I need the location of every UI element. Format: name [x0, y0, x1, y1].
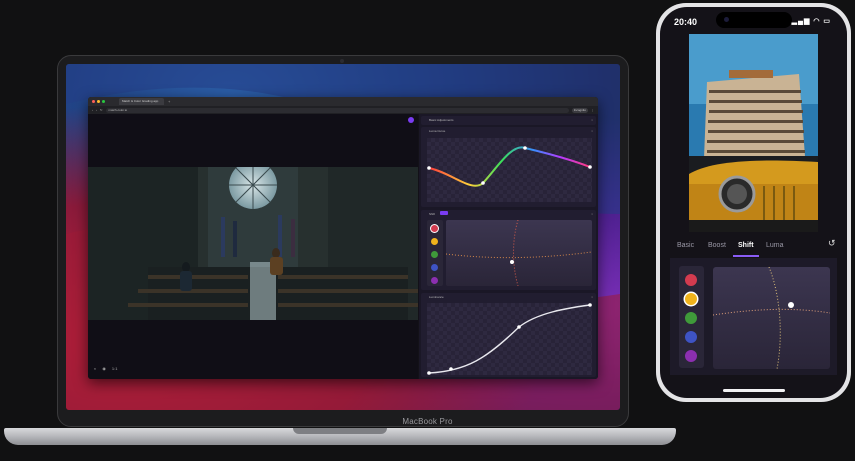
panel-basic-adjustments[interactable]: Basic Adjustments × — [421, 116, 596, 125]
back-icon[interactable]: ‹ — [92, 108, 93, 112]
tab-luma[interactable]: Luma — [766, 236, 784, 256]
viewer-footer: ◐ ◉ 1:1 — [94, 366, 117, 371]
menu-icon[interactable]: ⋮ — [591, 108, 594, 112]
shift-pad[interactable] — [445, 219, 593, 287]
image-viewer: ◐ ◉ 1:1 — [88, 114, 418, 379]
shift-pad[interactable] — [713, 267, 830, 369]
panel-luminance[interactable]: Luminance × — [421, 293, 596, 377]
swatch-red[interactable] — [685, 274, 697, 286]
swatch-blue[interactable] — [685, 331, 697, 343]
panel-title: Shift — [429, 212, 436, 216]
swatch-blue[interactable] — [431, 264, 438, 271]
panel-title: Basic Adjustments — [429, 118, 454, 122]
swatch-green[interactable] — [685, 312, 697, 324]
laptop-camera — [340, 59, 344, 63]
swatch-red[interactable] — [431, 225, 438, 232]
status-icons: ▂▄▆ ◠ ▭ — [791, 18, 831, 25]
new-badge — [440, 211, 448, 215]
color-swatches — [427, 220, 443, 286]
close-icon[interactable]: × — [591, 212, 593, 216]
panel-title: Luminance — [429, 295, 444, 299]
car-building-image — [689, 34, 818, 232]
phone-photo[interactable] — [689, 34, 818, 232]
laptop-label: MacBook Pro — [402, 417, 453, 426]
browser-tab-strip: Match & Color Grading app + — [88, 97, 598, 106]
forward-icon[interactable]: › — [96, 108, 97, 112]
color-swatches — [679, 266, 704, 368]
tab-basic[interactable]: Basic — [677, 236, 694, 256]
zoom-level[interactable]: 1:1 — [112, 366, 118, 371]
luminance-curve-editor[interactable] — [427, 303, 592, 375]
tab-boost[interactable]: Boost — [708, 236, 726, 256]
swatch-purple[interactable] — [431, 277, 438, 284]
front-camera — [724, 17, 729, 22]
active-tab-indicator — [733, 255, 759, 257]
new-tab-icon[interactable]: + — [168, 99, 170, 104]
swatch-green[interactable] — [431, 251, 438, 258]
contrast-icon[interactable]: ◐ — [94, 366, 96, 371]
adjustment-tabs: Basic Boost Shift Luma — [670, 236, 837, 257]
close-icon[interactable]: × — [591, 129, 593, 133]
shift-pad-guides — [445, 219, 593, 287]
reset-icon[interactable]: ↺ — [828, 238, 836, 249]
minimize-window-button[interactable] — [97, 100, 100, 103]
panel-luma-curve[interactable]: Luma Curve × — [421, 127, 596, 207]
incognito-badge[interactable]: Incognito — [571, 107, 588, 113]
browser-window: Match & Color Grading app + ‹ › ↻ match-… — [88, 97, 598, 379]
luminance-curve — [427, 303, 592, 375]
church-interior-image — [88, 167, 418, 320]
url-field[interactable]: match-color.io — [105, 107, 569, 113]
product-showcase: Match & Color Grading app + ‹ › ↻ match-… — [0, 0, 855, 461]
shift-pad-guides — [713, 267, 830, 369]
status-time: 20:40 — [674, 17, 698, 27]
address-bar: ‹ › ↻ match-color.io Incognito ⋮ — [88, 106, 598, 114]
curve-editor[interactable] — [427, 138, 592, 202]
maximize-window-button[interactable] — [102, 100, 105, 103]
home-indicator[interactable] — [723, 389, 785, 392]
palette-icon[interactable]: ◉ — [102, 366, 106, 371]
panel-shift[interactable]: Shift × — [421, 210, 596, 290]
reload-icon[interactable]: ↻ — [100, 108, 103, 112]
shift-editor — [670, 258, 837, 375]
close-icon[interactable]: × — [591, 295, 593, 299]
laptop-opening-notch — [293, 428, 387, 434]
close-window-button[interactable] — [92, 100, 95, 103]
tab-shift[interactable]: Shift — [738, 236, 754, 256]
app-body: ◐ ◉ 1:1 Basic Adjustments × Luma Curve × — [88, 114, 598, 379]
phone-screen: 20:40 ▂▄▆ ◠ ▭ Basic Boost Shift Luma ↺ — [660, 7, 847, 398]
swatch-yellow[interactable] — [685, 293, 697, 305]
panel-title: Luma Curve — [429, 129, 446, 133]
adjustments-sidebar: Basic Adjustments × Luma Curve × Shift ×… — [419, 114, 598, 379]
rainbow-curve — [427, 146, 592, 187]
close-icon[interactable]: × — [591, 118, 593, 122]
church-photo[interactable] — [88, 167, 418, 320]
browser-tab[interactable]: Match & Color Grading app — [119, 98, 164, 105]
profile-button[interactable] — [408, 117, 414, 123]
swatch-purple[interactable] — [685, 350, 697, 362]
swatch-yellow[interactable] — [431, 238, 438, 245]
